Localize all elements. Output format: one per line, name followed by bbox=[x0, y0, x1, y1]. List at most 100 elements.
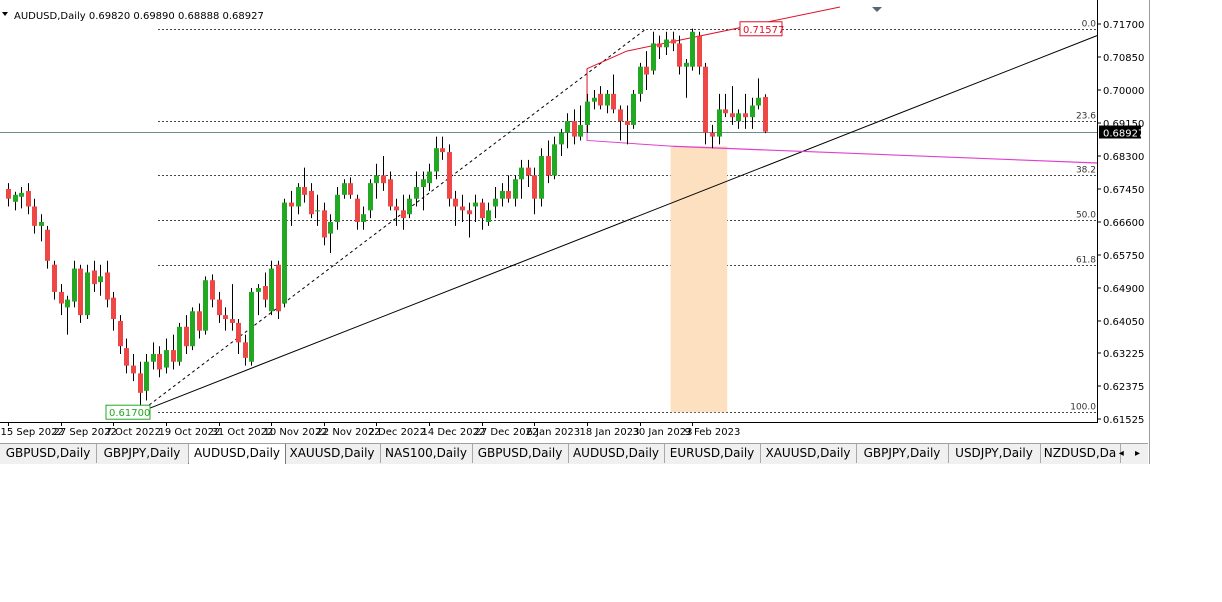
tab-scroll-arrows-icon[interactable]: ◂ ▸ bbox=[1119, 444, 1144, 463]
candle bbox=[427, 163, 432, 191]
price-tick-label: 0.67450 bbox=[1103, 185, 1144, 196]
candle bbox=[256, 284, 261, 316]
tab-nzdusd-da[interactable]: NZDUSD,Da bbox=[1040, 444, 1121, 463]
magenta-neckline-shape[interactable] bbox=[586, 130, 673, 147]
time-axis[interactable]: 15 Sep 202227 Sep 20227 Oct 202219 Oct 2… bbox=[1, 422, 741, 438]
candle-body-bear bbox=[6, 188, 11, 199]
candle bbox=[342, 179, 347, 199]
candle bbox=[59, 284, 64, 316]
candle-body-bear bbox=[348, 183, 353, 195]
price-axis[interactable]: 0.717000.708500.700000.691500.683000.674… bbox=[1097, 20, 1144, 426]
candle bbox=[236, 319, 241, 354]
candle-body-bull bbox=[407, 198, 412, 215]
tab-gbpusd-daily[interactable]: GBPUSD,Daily bbox=[0, 444, 97, 463]
tab-audusd-daily[interactable]: AUDUSD,Daily bbox=[188, 444, 286, 464]
candle bbox=[421, 171, 426, 211]
candle bbox=[684, 58, 689, 98]
candle bbox=[657, 35, 662, 59]
candle-body-bull bbox=[361, 214, 366, 222]
candle-body-bear bbox=[460, 206, 465, 211]
candle bbox=[19, 187, 24, 209]
candle bbox=[388, 171, 393, 211]
candle bbox=[625, 105, 630, 145]
candle bbox=[203, 276, 208, 335]
tab-usdjpy-daily[interactable]: USDJPY,Daily bbox=[948, 444, 1041, 463]
chart-window[interactable]: 0.0 23.6 38.2 50.0 61.8 100.0 0.71577 0.61700… bbox=[0, 0, 1150, 464]
candle-body-bull bbox=[151, 353, 156, 362]
candle-body-bear bbox=[197, 311, 202, 331]
tab-audusd-daily[interactable]: AUDUSD,Daily bbox=[568, 444, 665, 463]
candle bbox=[671, 31, 676, 52]
candle bbox=[381, 155, 386, 191]
current-price-label: 0.68927 bbox=[1103, 129, 1144, 140]
candle-body-bear bbox=[394, 206, 399, 211]
candle bbox=[605, 89, 610, 114]
candle bbox=[52, 260, 57, 300]
candle-body-bull bbox=[421, 179, 426, 188]
candle-body-bull bbox=[519, 167, 524, 180]
chart-shift-marker-icon[interactable] bbox=[872, 7, 882, 12]
candle bbox=[374, 163, 379, 199]
candle-body-bull bbox=[605, 93, 610, 106]
candle bbox=[368, 179, 373, 219]
tab-xauusd-daily[interactable]: XAUUSD,Daily bbox=[760, 444, 857, 463]
magenta-trendline[interactable] bbox=[672, 145, 1098, 164]
candle-body-bear bbox=[105, 272, 110, 300]
candle bbox=[309, 183, 314, 219]
candle-body-bear bbox=[480, 202, 485, 219]
candle bbox=[249, 287, 254, 366]
target-zone-rect[interactable] bbox=[670, 146, 728, 413]
candle bbox=[473, 194, 478, 222]
price-tick-label: 0.64900 bbox=[1103, 284, 1144, 295]
candle bbox=[190, 307, 195, 351]
tab-gbpjpy-daily[interactable]: GBPJPY,Daily bbox=[96, 444, 189, 463]
candle-body-bear bbox=[611, 93, 616, 110]
candle bbox=[677, 35, 682, 75]
candle-body-bull bbox=[552, 144, 557, 176]
candle-body-bear bbox=[210, 280, 215, 300]
candle-body-bull bbox=[315, 210, 320, 212]
candle bbox=[743, 93, 748, 129]
candle bbox=[506, 175, 511, 203]
candle-body-bull bbox=[19, 192, 24, 197]
candle bbox=[111, 291, 116, 331]
candle bbox=[243, 334, 248, 366]
price-tick-label: 0.66600 bbox=[1103, 218, 1144, 229]
candle-body-bull bbox=[651, 43, 656, 71]
chart-menu-triangle-icon[interactable] bbox=[2, 12, 8, 16]
candle-body-bear bbox=[236, 322, 241, 343]
time-tick-label: 6 Jan 2023 bbox=[527, 427, 581, 438]
candle-body-bull bbox=[638, 66, 643, 94]
candle bbox=[460, 194, 465, 222]
price-chart[interactable]: 0.0 23.6 38.2 50.0 61.8 100.0 0.71577 0.61700… bbox=[0, 0, 1149, 444]
candle bbox=[644, 51, 649, 90]
tab-gbpusd-daily[interactable]: GBPUSD,Daily bbox=[472, 444, 569, 463]
candle-body-bear bbox=[309, 190, 314, 215]
candle-body-bear bbox=[625, 121, 630, 125]
candle bbox=[447, 144, 452, 207]
candle-body-bull bbox=[335, 194, 340, 222]
candle-body-bear bbox=[723, 109, 728, 114]
candle-body-bear bbox=[289, 202, 294, 207]
candle-body-bear bbox=[131, 365, 136, 374]
candle bbox=[440, 136, 445, 160]
candle bbox=[578, 105, 583, 141]
candle-body-bear bbox=[157, 353, 162, 370]
candle bbox=[85, 264, 90, 320]
candle bbox=[453, 190, 458, 226]
candle bbox=[296, 183, 301, 215]
candle bbox=[348, 177, 353, 199]
candle-body-bear bbox=[263, 286, 268, 300]
price-tick-label: 0.70850 bbox=[1103, 53, 1144, 64]
candle-body-bull bbox=[342, 183, 347, 195]
candle bbox=[335, 187, 340, 230]
candle-body-bull bbox=[65, 299, 70, 308]
candle-body-bear bbox=[657, 43, 662, 48]
tab-xauusd-daily[interactable]: XAUUSD,Daily bbox=[284, 444, 381, 463]
tab-nas100-daily[interactable]: NAS100,Daily bbox=[380, 444, 473, 463]
tab-eurusd-daily[interactable]: EURUSD,Daily bbox=[664, 444, 761, 463]
candle-body-bull bbox=[414, 187, 419, 199]
tab-gbpjpy-daily[interactable]: GBPJPY,Daily bbox=[856, 444, 949, 463]
candle-body-bull bbox=[559, 132, 564, 145]
candle bbox=[486, 202, 491, 226]
